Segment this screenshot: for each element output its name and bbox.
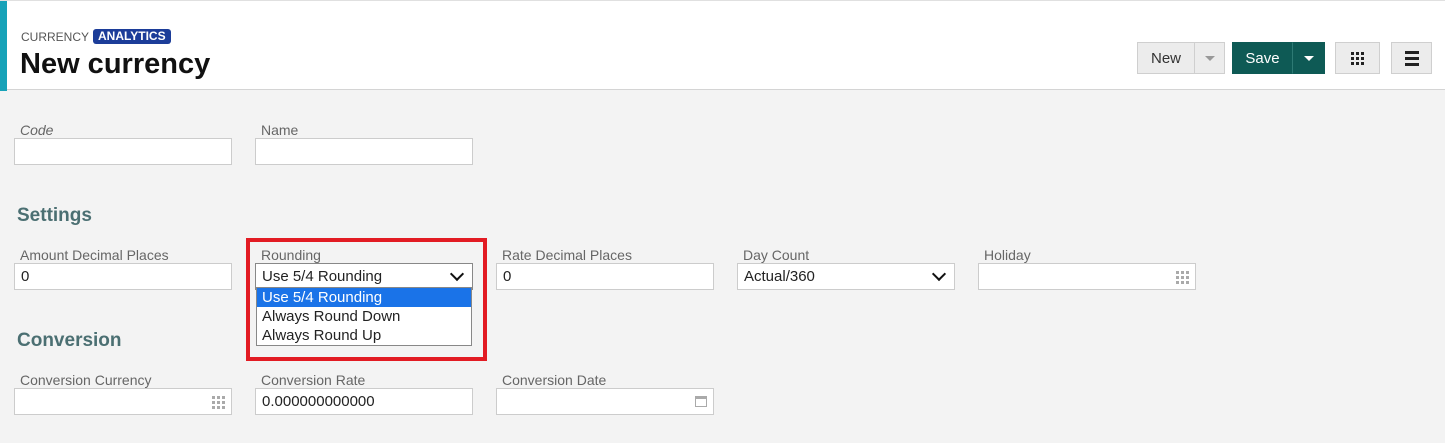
grid-icon[interactable] [212,396,225,409]
day-count-value: Actual/360 [744,268,815,285]
hamburger-menu-icon [1404,50,1419,66]
conversion-rate-label: Conversion Rate [261,372,366,388]
rounding-option[interactable]: Always Round Down [257,307,471,326]
save-button[interactable]: Save [1232,42,1293,74]
day-count-label: Day Count [743,247,810,263]
rate-decimal-places-field[interactable]: 0 [496,263,714,290]
grid-view-button[interactable] [1335,42,1380,74]
rounding-select[interactable]: Use 5/4 Rounding [255,263,473,290]
new-button[interactable]: New [1137,42,1194,74]
menu-button[interactable] [1391,42,1432,74]
name-field[interactable] [255,138,473,165]
amount-decimal-places-label: Amount Decimal Places [20,247,169,263]
breadcrumb: CURRENCY ANALYTICS [21,29,171,44]
conversion-date-field[interactable] [496,388,714,415]
conversion-date-label: Conversion Date [502,372,607,388]
rounding-option[interactable]: Use 5/4 Rounding [257,288,471,307]
name-label: Name [261,122,299,138]
rounding-dropdown-list: Use 5/4 Rounding Always Round Down Alway… [256,287,472,346]
day-count-select[interactable]: Actual/360 [737,263,955,290]
holiday-field[interactable] [978,263,1196,290]
holiday-label: Holiday [984,247,1031,263]
calendar-icon[interactable] [695,396,707,407]
caret-down-icon [1303,55,1314,61]
analytics-badge: ANALYTICS [93,29,171,44]
caret-down-icon [1204,55,1215,61]
conversion-currency-label: Conversion Currency [20,372,152,388]
chevron-down-icon [449,266,465,282]
rounding-label: Rounding [261,247,321,263]
save-button-label: Save [1245,49,1280,67]
rounding-value: Use 5/4 Rounding [262,268,383,285]
accent-bar [0,1,7,91]
grid-icon [1351,51,1364,65]
conversion-currency-field[interactable] [14,388,232,415]
code-label: Code [20,122,54,138]
conversion-rate-field[interactable]: 0.000000000000 [255,388,473,415]
conversion-title: Conversion [17,330,122,351]
page-title: New currency [20,48,211,80]
settings-title: Settings [17,205,92,226]
rounding-option[interactable]: Always Round Up [257,326,471,345]
new-dropdown-button[interactable] [1194,42,1225,74]
grid-icon[interactable] [1176,271,1189,284]
save-dropdown-button[interactable] [1292,42,1325,74]
new-button-label: New [1150,49,1181,67]
chevron-down-icon [931,266,947,282]
breadcrumb-label[interactable]: CURRENCY [21,30,89,44]
amount-decimal-places-field[interactable]: 0 [14,263,232,290]
rate-decimal-places-label: Rate Decimal Places [502,247,632,263]
page-header: CURRENCY ANALYTICS New currency New Save [0,0,1445,91]
code-field[interactable] [14,138,232,165]
